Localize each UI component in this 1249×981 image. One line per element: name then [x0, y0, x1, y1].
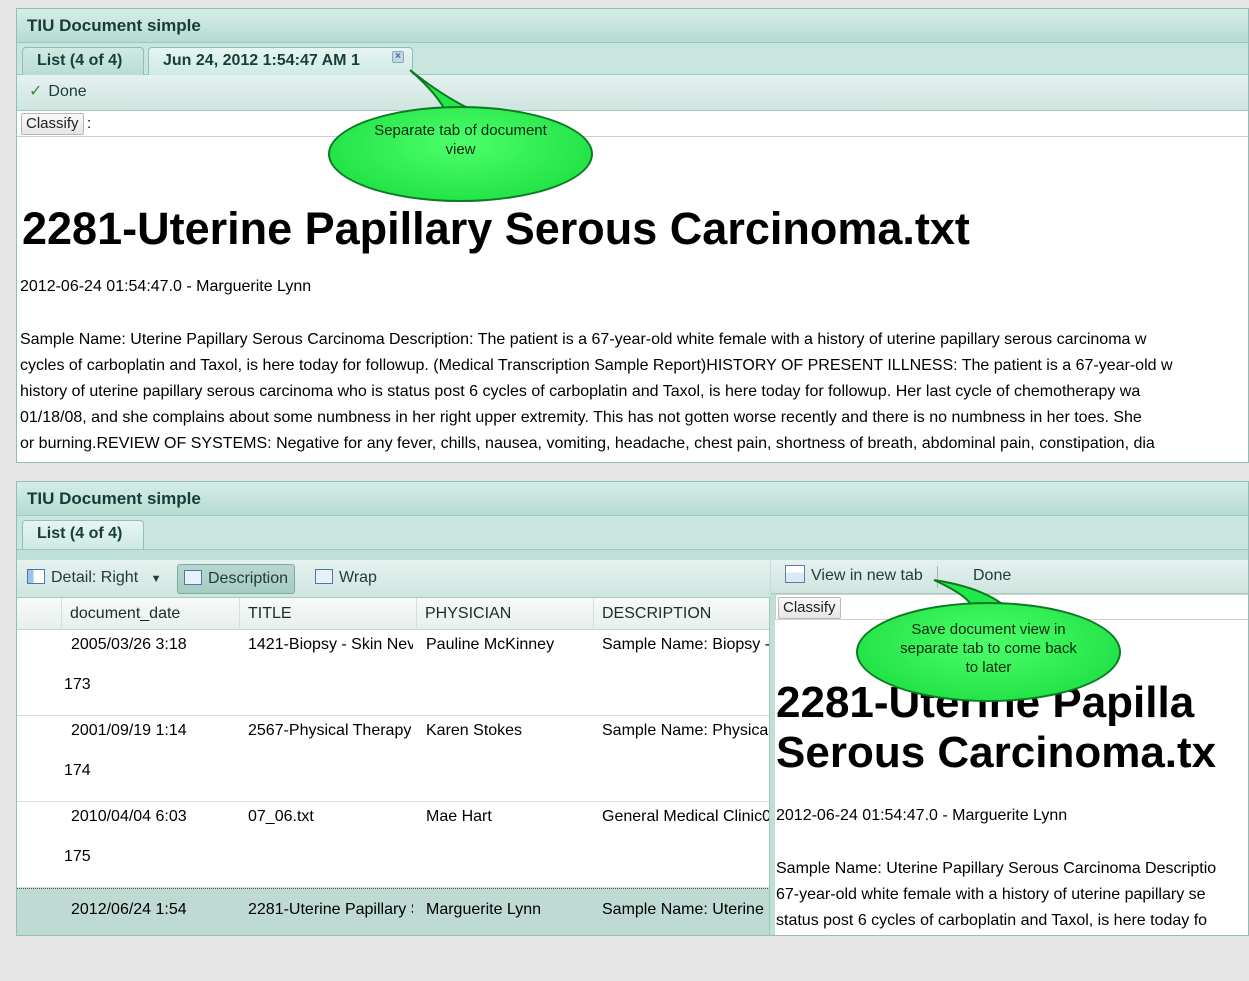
callout-save-view: Save document view in separate tab to co… — [856, 602, 1121, 702]
body-line: Sample Name: Uterine Papillary Serous Ca… — [20, 331, 1147, 348]
tab-list[interactable]: List (4 of 4) — [22, 47, 144, 75]
body-line: 67-year-old white female with a history … — [776, 886, 1206, 903]
cell-title: 07_06.txt — [248, 808, 314, 825]
document-title: 2281-Uterine Papillary Serous Carcinoma.… — [22, 203, 970, 254]
new-tab-icon — [785, 565, 805, 583]
cell-description: Sample Name: Physical — [602, 722, 770, 739]
wrap-label: Wrap — [339, 569, 377, 586]
cell-description: Sample Name: Uterine — [602, 901, 764, 918]
body-line: 01/18/08, and she complains about some n… — [20, 409, 1142, 426]
cell-date: 2005/03/26 3:18 — [71, 636, 187, 653]
cell-description: Sample Name: Biopsy - — [602, 636, 770, 653]
cell-id: 173 — [64, 676, 91, 693]
description-toggle[interactable]: Description — [177, 564, 296, 594]
body-line: cycles of carboplatin and Taxol, is here… — [20, 357, 1173, 374]
document-panel-top: TIU Document simple List (4 of 4) Jun 24… — [16, 8, 1249, 463]
doc-toolbar: ✓ Done — [17, 75, 1248, 111]
table-row-selected[interactable]: 2012/06/24 1:54 2281-Uterine Papillary S… — [17, 888, 769, 935]
column-header-date[interactable]: document_date — [61, 598, 239, 630]
done-label: Done — [48, 83, 87, 100]
wrap-icon — [315, 569, 333, 584]
cell-date: 2012/06/24 1:54 — [71, 901, 187, 918]
column-header-physician[interactable]: PHYSICIAN — [416, 598, 593, 630]
body-line: status post 6 cycles of carboplatin and … — [776, 912, 1208, 929]
done-button[interactable]: ✓ Done — [23, 80, 93, 106]
cell-id: 175 — [64, 848, 91, 865]
body-line: history of uterine papillary serous carc… — [20, 383, 1141, 400]
cell-title: 2567-Physical Therapy - — [248, 722, 413, 739]
tab-list[interactable]: List (4 of 4) — [22, 520, 144, 549]
description-label: Description — [208, 570, 289, 587]
document-view: 2281-Uterine Papillary Serous Carcinoma.… — [17, 137, 1248, 462]
table-header: document_date TITLE PHYSICIAN DESCRIPTIO… — [17, 598, 769, 630]
body-line: Sample Name: Uterine Papillary Serous Ca… — [776, 860, 1217, 877]
cell-date: 2001/09/19 1:14 — [71, 722, 187, 739]
panel-title: TIU Document simple — [17, 9, 1248, 43]
tab-document-view[interactable]: Jun 24, 2012 1:54:47 AM 1 × — [148, 47, 413, 76]
cell-title: 2281-Uterine Papillary S — [248, 901, 413, 918]
table-row[interactable]: 2005/03/26 3:18 1421-Biopsy - Skin Nevu … — [17, 630, 770, 716]
cell-description: General Medical Clinic0 — [602, 808, 770, 825]
description-icon — [184, 570, 202, 585]
tab-bar: List (4 of 4) Jun 24, 2012 1:54:47 AM 1 … — [17, 43, 1248, 76]
detail-icon — [27, 569, 45, 584]
cell-title: 1421-Biopsy - Skin Nevu — [248, 636, 413, 653]
callout-text: Save document view in separate tab to co… — [900, 621, 1077, 676]
wrap-toggle[interactable]: Wrap — [309, 566, 383, 592]
classify-field[interactable]: : — [87, 113, 91, 135]
cell-physician: Mae Hart — [426, 808, 492, 825]
document-meta: 2012-06-24 01:54:47.0 - Marguerite Lynn — [776, 807, 1068, 824]
classify-button[interactable]: Classify — [21, 113, 84, 135]
chevron-down-icon: ▼ — [150, 573, 162, 585]
tab-document-label: Jun 24, 2012 1:54:47 AM 1 — [163, 52, 360, 69]
table-row[interactable]: 2010/04/04 6:03 07_06.txt Mae Hart Gener… — [17, 802, 770, 888]
cell-date: 2010/04/04 6:03 — [71, 808, 187, 825]
detail-dropdown[interactable]: Detail: Right ▼ — [21, 566, 168, 592]
document-body: Sample Name: Uterine Papillary Serous Ca… — [776, 856, 1216, 934]
cell-id: 174 — [64, 762, 91, 779]
title-line: Serous Carcinoma.tx — [776, 728, 1217, 777]
callout-separate-tab: Separate tab of document view — [328, 106, 593, 202]
callout-text: Separate tab of document view — [374, 122, 547, 158]
classify-row: Classify : — [17, 111, 1248, 137]
column-header-title[interactable]: TITLE — [239, 598, 416, 630]
body-line: or burning.REVIEW OF SYSTEMS: Negative f… — [20, 435, 1155, 452]
table-row[interactable]: 2001/09/19 1:14 2567-Physical Therapy - … — [17, 716, 770, 802]
document-panel-bottom: TIU Document simple List (4 of 4) Detail… — [16, 481, 1249, 936]
tab-bar: List (4 of 4) — [17, 516, 1248, 550]
view-in-new-tab-button[interactable]: View in new tab — [779, 564, 929, 590]
checkmark-icon: ✓ — [29, 83, 43, 100]
view-new-tab-label: View in new tab — [811, 567, 923, 584]
document-body: Sample Name: Uterine Papillary Serous Ca… — [20, 327, 1173, 457]
cell-physician: Karen Stokes — [426, 722, 523, 739]
cell-physician: Marguerite Lynn — [426, 901, 542, 918]
document-table: document_date TITLE PHYSICIAN DESCRIPTIO… — [17, 598, 770, 935]
classify-button[interactable]: Classify — [778, 597, 841, 619]
detail-label: Detail: Right — [51, 569, 139, 586]
list-toolbar: Detail: Right ▼ Description Wrap — [17, 560, 770, 598]
panel-title: TIU Document simple — [17, 482, 1248, 516]
document-meta: 2012-06-24 01:54:47.0 - Marguerite Lynn — [20, 278, 312, 295]
column-header-description[interactable]: DESCRIPTION — [593, 598, 769, 630]
cell-physician: Pauline McKinney — [426, 636, 555, 653]
